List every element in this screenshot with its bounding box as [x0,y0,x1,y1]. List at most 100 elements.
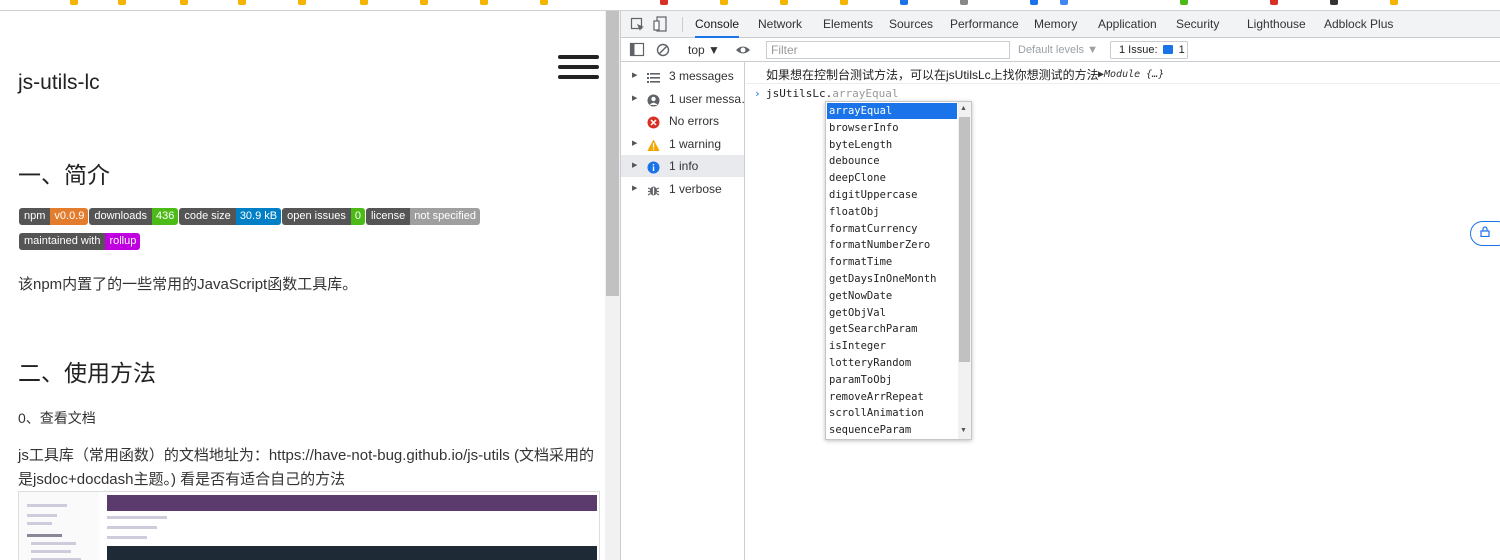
expand-arrow-icon[interactable]: ▶ [632,155,637,177]
context-selector[interactable]: top ▼ [688,38,720,62]
tab-adblock-plus[interactable]: Adblock Plus [1324,11,1393,38]
doc-text-line: js工具库（常用函数）的文档地址为：https://have-not-bug.g… [18,447,594,464]
badge-label: downloads [89,208,152,225]
autocomplete-item[interactable]: browserInfo [827,120,957,136]
levels-dropdown[interactable]: Default levels ▼ [1018,38,1098,62]
sidebar-item-error[interactable]: No errors [621,110,744,132]
badge[interactable]: open issues 0 [282,208,365,225]
badge[interactable]: maintained with rollup [19,233,141,250]
translate-pill-button[interactable] [1470,221,1500,246]
autocomplete-item[interactable]: digitUppercase [827,187,957,203]
bug-icon [647,182,660,196]
autocomplete-scrollbar-thumb[interactable] [959,117,970,362]
expand-arrow-icon[interactable]: ▶ [632,178,637,200]
autocomplete-item[interactable]: getObjVal [827,305,957,321]
badge-label: maintained with [19,233,106,250]
filter-input[interactable]: Filter [766,41,1010,59]
sidebar-item-list[interactable]: ▶ 3 messages [621,65,744,87]
expand-arrow-icon[interactable]: ▶ [632,88,637,110]
issues-button[interactable]: 1 Issue: 1 [1110,41,1188,59]
error-icon [647,114,660,129]
autocomplete-item[interactable]: isInteger [827,338,957,354]
autocomplete-item[interactable]: byteLength [827,137,957,153]
autocomplete-item[interactable]: formatCurrency [827,221,957,237]
badge-value: v0.0.9 [50,208,89,225]
autocomplete-item[interactable]: lotteryRandom [827,355,957,371]
autocomplete-item[interactable]: floatObj [827,204,957,220]
badge-label: code size [179,208,236,225]
tab-network[interactable]: Network [758,11,802,38]
badge[interactable]: code size 30.9 kB [179,208,282,225]
tab-application[interactable]: Application [1098,11,1157,38]
user-icon [647,92,660,106]
badge[interactable]: downloads 436 [89,208,179,225]
scroll-up-icon[interactable]: ▲ [960,105,967,112]
scroll-down-icon[interactable]: ▼ [960,427,967,434]
tab-performance[interactable]: Performance [950,11,1019,38]
info-icon [647,159,660,174]
sidebar-item-user[interactable]: ▶ 1 user messa… [621,88,744,110]
page-scrollbar-thumb[interactable] [606,11,619,296]
warning-icon [647,137,660,151]
sidebar-item-label: 1 warning [669,136,722,151]
badge[interactable]: npm v0.0.9 [19,208,89,225]
clear-console-icon[interactable] [655,42,671,58]
intro-text: 该npm内置了的一些常用的JavaScript函数工具库。 [18,276,358,293]
autocomplete-item[interactable]: getNowDate [827,288,957,304]
sidebar-item-warning[interactable]: ▶ 1 warning [621,133,744,155]
issues-count: 1 [1178,44,1185,56]
eye-icon[interactable] [735,42,751,58]
autocomplete-item[interactable]: debounce [827,153,957,169]
sidebar-item-label: 1 user messa… [669,91,744,106]
expand-arrow-icon[interactable]: ▶ [632,133,637,155]
device-toolbar-icon[interactable] [653,16,669,32]
autocomplete-item[interactable]: arrayEqual [827,103,957,119]
tab-lighthouse[interactable]: Lighthouse [1247,11,1306,38]
sidebar-item-label: 3 messages [669,69,734,83]
docs-screenshot-image [18,491,600,560]
tab-security[interactable]: Security [1176,11,1219,38]
section-heading-usage: 二、使用方法 [18,360,156,386]
doc-text-line: 是jsdoc+docdash主题。) 看是否有适合自己的方法 [18,471,346,488]
tab-separator [682,17,683,32]
badge-value: not specified [410,208,480,225]
autocomplete-item[interactable]: removeArrRepeat [827,389,957,405]
autocomplete-item[interactable]: getSearchParam [827,321,957,337]
prompt-chevron-icon: › [754,87,761,100]
autocomplete-item[interactable]: paramToObj [827,372,957,388]
autocomplete-item[interactable]: scrollAnimation [827,405,957,421]
issue-flag-icon [1162,45,1173,54]
badge-value: 0 [350,208,365,225]
inspect-icon[interactable] [630,17,646,33]
doc-text: js工具库（常用函数）的文档地址为：https://have-not-bug.g… [18,444,603,492]
autocomplete-scrollbar[interactable]: ▲ ▼ [958,102,971,439]
tab-sources[interactable]: Sources [889,11,933,38]
tab-memory[interactable]: Memory [1034,11,1077,38]
autocomplete-popup: arrayEqual browserInfo byteLength debounce d… [825,101,972,440]
site-title[interactable]: js-utils-lc [18,71,100,95]
menu-icon[interactable] [558,55,599,81]
tab-elements[interactable]: Elements [823,11,873,38]
input-typed: jsUtilsLc. [766,87,833,100]
devtools-tabbar: Console Network Elements Sources Performance… [621,11,1500,38]
section-heading-intro: 一、简介 [18,162,110,188]
tab-console[interactable]: Console [695,11,740,38]
log-text: 如果想在控制台测试方法，可以在jsUtilsLc上找你想测试的方法 [766,68,1099,82]
sidebar-item-info[interactable]: ▶ 1 info [621,155,744,177]
console-toolbar: top ▼ Filter Default levels ▼ 1 Issue: 1 [621,38,1500,62]
sidebar-toggle-icon[interactable] [629,42,645,58]
page-scrollbar[interactable] [605,11,620,560]
badge-label: license [365,208,411,225]
bookmarks-bar [0,0,1500,11]
autocomplete-item[interactable]: getDaysInOneMonth [827,271,957,287]
autocomplete-item[interactable]: formatNumberZero [827,237,957,253]
sidebar-item-bug[interactable]: ▶ 1 verbose [621,178,744,200]
lock-icon [1480,226,1490,238]
autocomplete-item[interactable]: deepClone [827,170,957,186]
autocomplete-item[interactable]: sequenceParam [827,422,957,438]
issues-label: 1 Issue: [1119,44,1158,56]
badge[interactable]: license not specified [365,208,480,225]
log-object[interactable]: ▶Module {…} [1098,66,1164,84]
expand-arrow-icon[interactable]: ▶ [632,65,637,87]
autocomplete-item[interactable]: formatTime [827,254,957,270]
